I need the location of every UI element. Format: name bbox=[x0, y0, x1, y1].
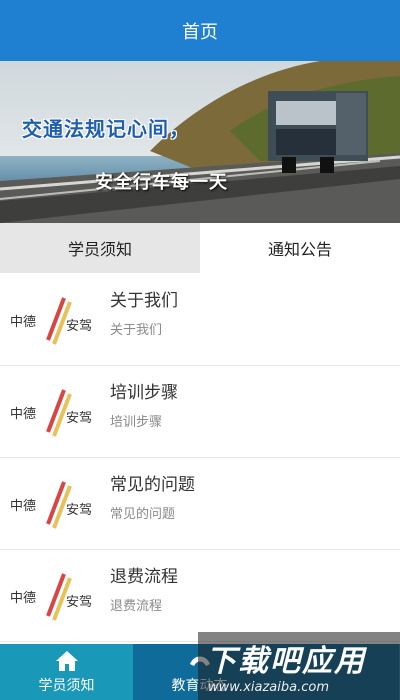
banner[interactable]: 交通法规记心间， 安全行车每一天 bbox=[0, 61, 400, 223]
page-title: 首页 bbox=[182, 21, 218, 43]
list-item[interactable]: 中德 安驾 培训步骤 培训步骤 bbox=[0, 366, 400, 458]
svg-text:安驾: 安驾 bbox=[66, 319, 92, 334]
item-subtitle: 常见的问题 bbox=[110, 507, 176, 522]
banner-image bbox=[0, 61, 400, 223]
svg-text:中德: 中德 bbox=[10, 407, 36, 422]
item-subtitle: 培训步骤 bbox=[110, 415, 163, 430]
list-item[interactable]: 中德 安驾 退费流程 退费流程 bbox=[0, 550, 400, 642]
tab-announcements[interactable]: 通知公告 bbox=[200, 223, 400, 273]
item-title: 关于我们 bbox=[110, 291, 178, 311]
banner-slogan-2: 安全行车每一天 bbox=[95, 172, 228, 193]
watermark-url: www.xiazaiba.com bbox=[208, 680, 329, 695]
school-logo: 中德 安驾 bbox=[10, 389, 92, 437]
item-title: 培训步骤 bbox=[110, 383, 178, 403]
watermark: 下载吧应用 www.xiazaiba.com bbox=[198, 632, 400, 700]
tab-student-notice[interactable]: 学员须知 bbox=[0, 223, 200, 273]
svg-text:中德: 中德 bbox=[10, 315, 36, 330]
item-title: 常见的问题 bbox=[110, 475, 195, 495]
app-header: 首页 bbox=[0, 0, 400, 61]
list-item[interactable]: 中德 安驾 常见的问题 常见的问题 bbox=[0, 458, 400, 550]
svg-text:安驾: 安驾 bbox=[66, 503, 92, 518]
tab-bar: 学员须知 通知公告 bbox=[0, 223, 400, 273]
nav-student-notice[interactable]: 学员须知 bbox=[0, 644, 133, 700]
svg-text:中德: 中德 bbox=[10, 591, 36, 606]
banner-slogan-1: 交通法规记心间， bbox=[22, 117, 190, 141]
item-subtitle: 退费流程 bbox=[110, 599, 163, 614]
item-subtitle: 关于我们 bbox=[110, 323, 163, 338]
svg-text:安驾: 安驾 bbox=[66, 595, 92, 610]
svg-text:中德: 中德 bbox=[10, 499, 36, 514]
school-logo: 中德 安驾 bbox=[10, 297, 92, 345]
school-logo: 中德 安驾 bbox=[10, 481, 92, 529]
article-list: 中德 安驾 关于我们 关于我们 中德 安驾 培训步骤 培训步骤 中德 安驾 常见… bbox=[0, 274, 400, 642]
watermark-title: 下载吧应用 bbox=[206, 644, 366, 679]
svg-text:安驾: 安驾 bbox=[66, 411, 92, 426]
item-title: 退费流程 bbox=[110, 567, 178, 587]
list-item[interactable]: 中德 安驾 关于我们 关于我们 bbox=[0, 274, 400, 366]
home-icon bbox=[55, 650, 78, 671]
school-logo: 中德 安驾 bbox=[10, 573, 92, 621]
nav-label: 学员须知 bbox=[38, 677, 95, 694]
